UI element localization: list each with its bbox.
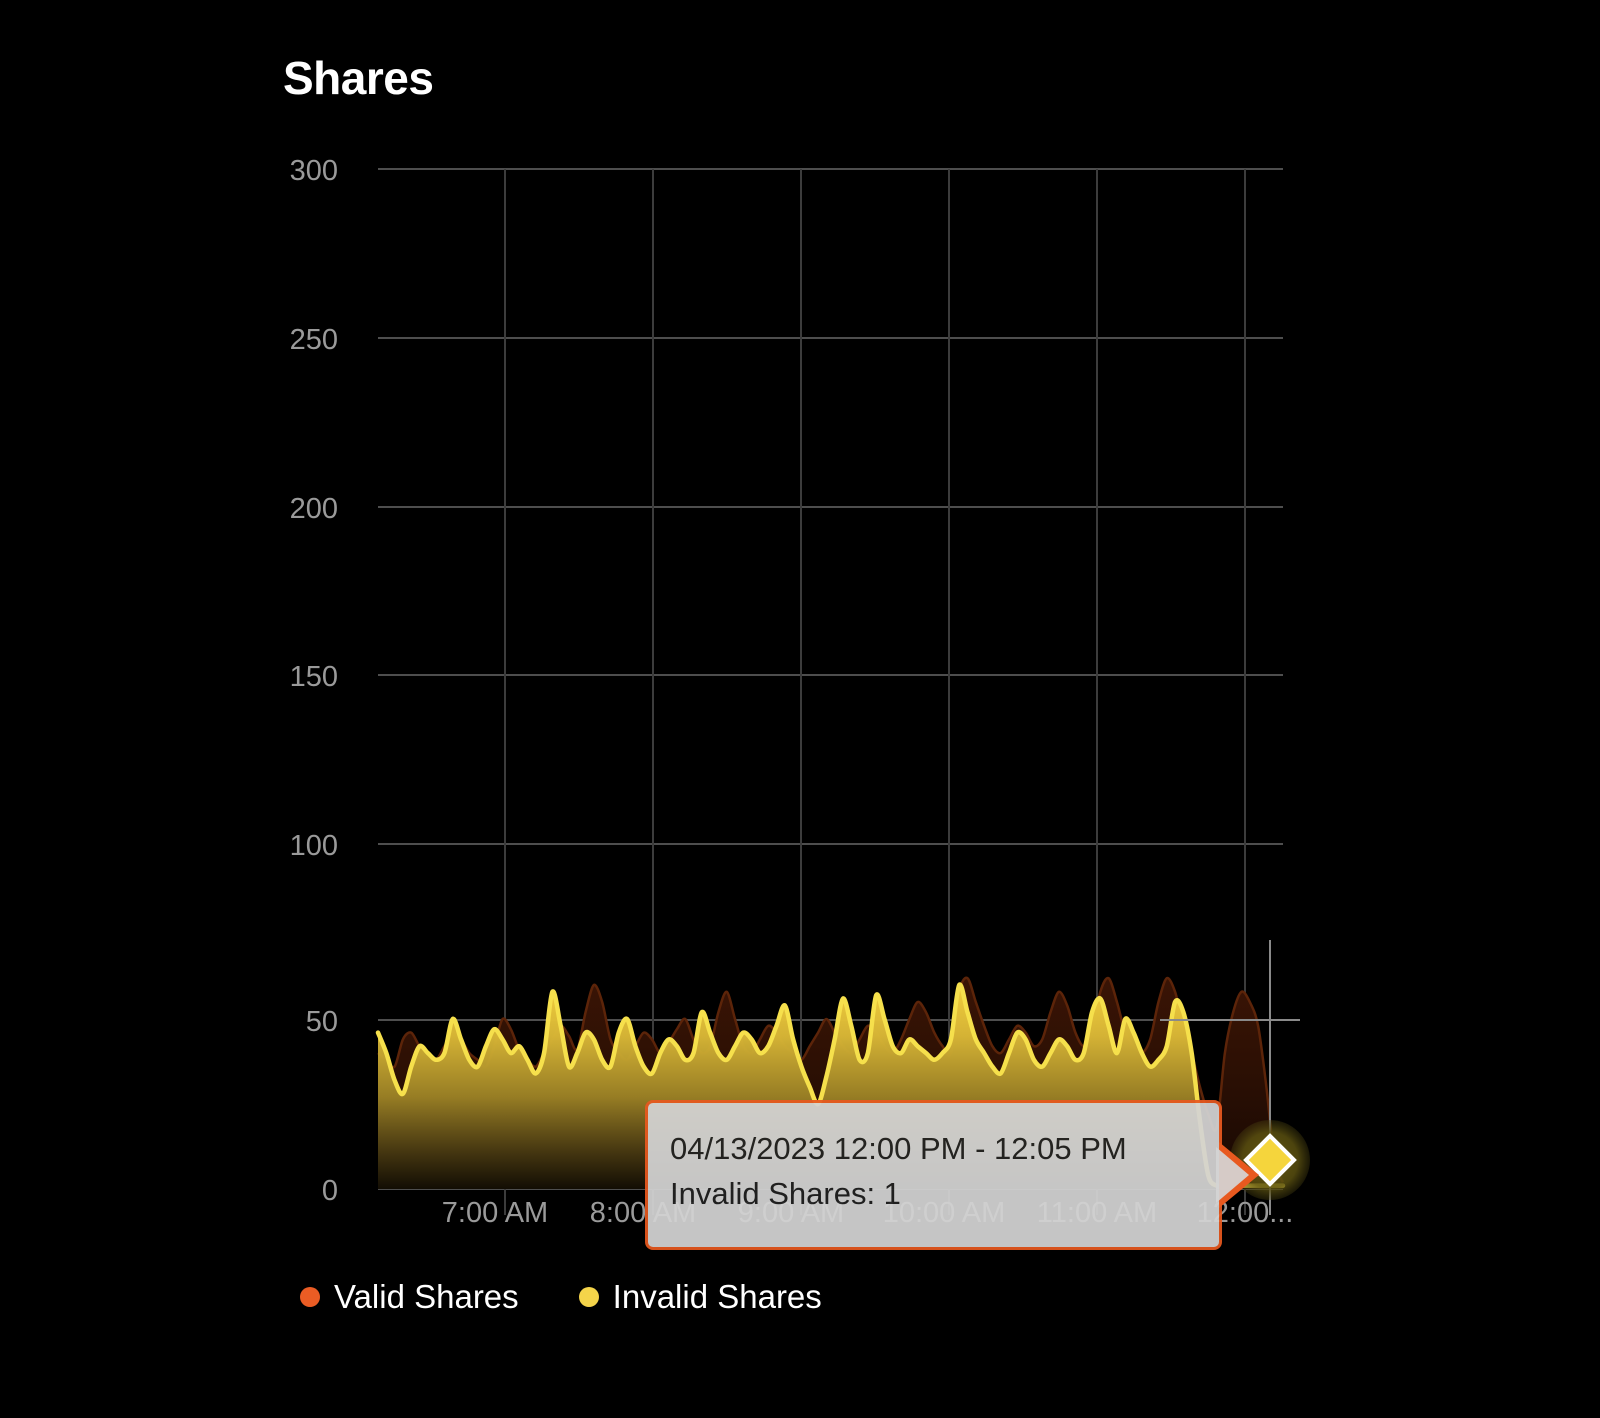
y-tick-50: 50 <box>306 1006 338 1038</box>
legend-dot-icon-valid <box>300 1287 320 1307</box>
legend-item-valid-shares[interactable]: Valid Shares <box>300 1278 519 1316</box>
legend-label-valid: Valid Shares <box>334 1278 519 1315</box>
y-tick-0: 0 <box>322 1175 338 1207</box>
legend-dot-icon-invalid <box>578 1287 599 1307</box>
tooltip-value: Invalid Shares: 1 <box>670 1175 901 1211</box>
tooltip-pointer-fill <box>1216 1147 1249 1203</box>
shares-chart-panel: Shares 300 250 200 150 100 50 0 7:00 AM … <box>0 0 1600 1418</box>
y-tick-100: 100 <box>290 830 338 862</box>
legend-item-invalid-shares[interactable]: Invalid Shares <box>578 1278 822 1316</box>
chart-tooltip: 04/13/2023 12:00 PM - 12:05 PM Invalid S… <box>645 1100 1222 1250</box>
chart-legend: Valid Shares Invalid Shares <box>300 1278 822 1316</box>
legend-label-invalid: Invalid Shares <box>612 1278 822 1315</box>
y-tick-200: 200 <box>290 493 338 525</box>
y-axis-labels: 300 250 200 150 100 50 0 <box>290 155 338 1207</box>
tooltip-time-range: 04/13/2023 12:00 PM - 12:05 PM <box>670 1131 1127 1166</box>
y-tick-300: 300 <box>290 155 338 187</box>
y-tick-150: 150 <box>290 661 338 693</box>
y-tick-250: 250 <box>290 324 338 356</box>
x-tick-7am: 7:00 AM <box>442 1197 548 1229</box>
